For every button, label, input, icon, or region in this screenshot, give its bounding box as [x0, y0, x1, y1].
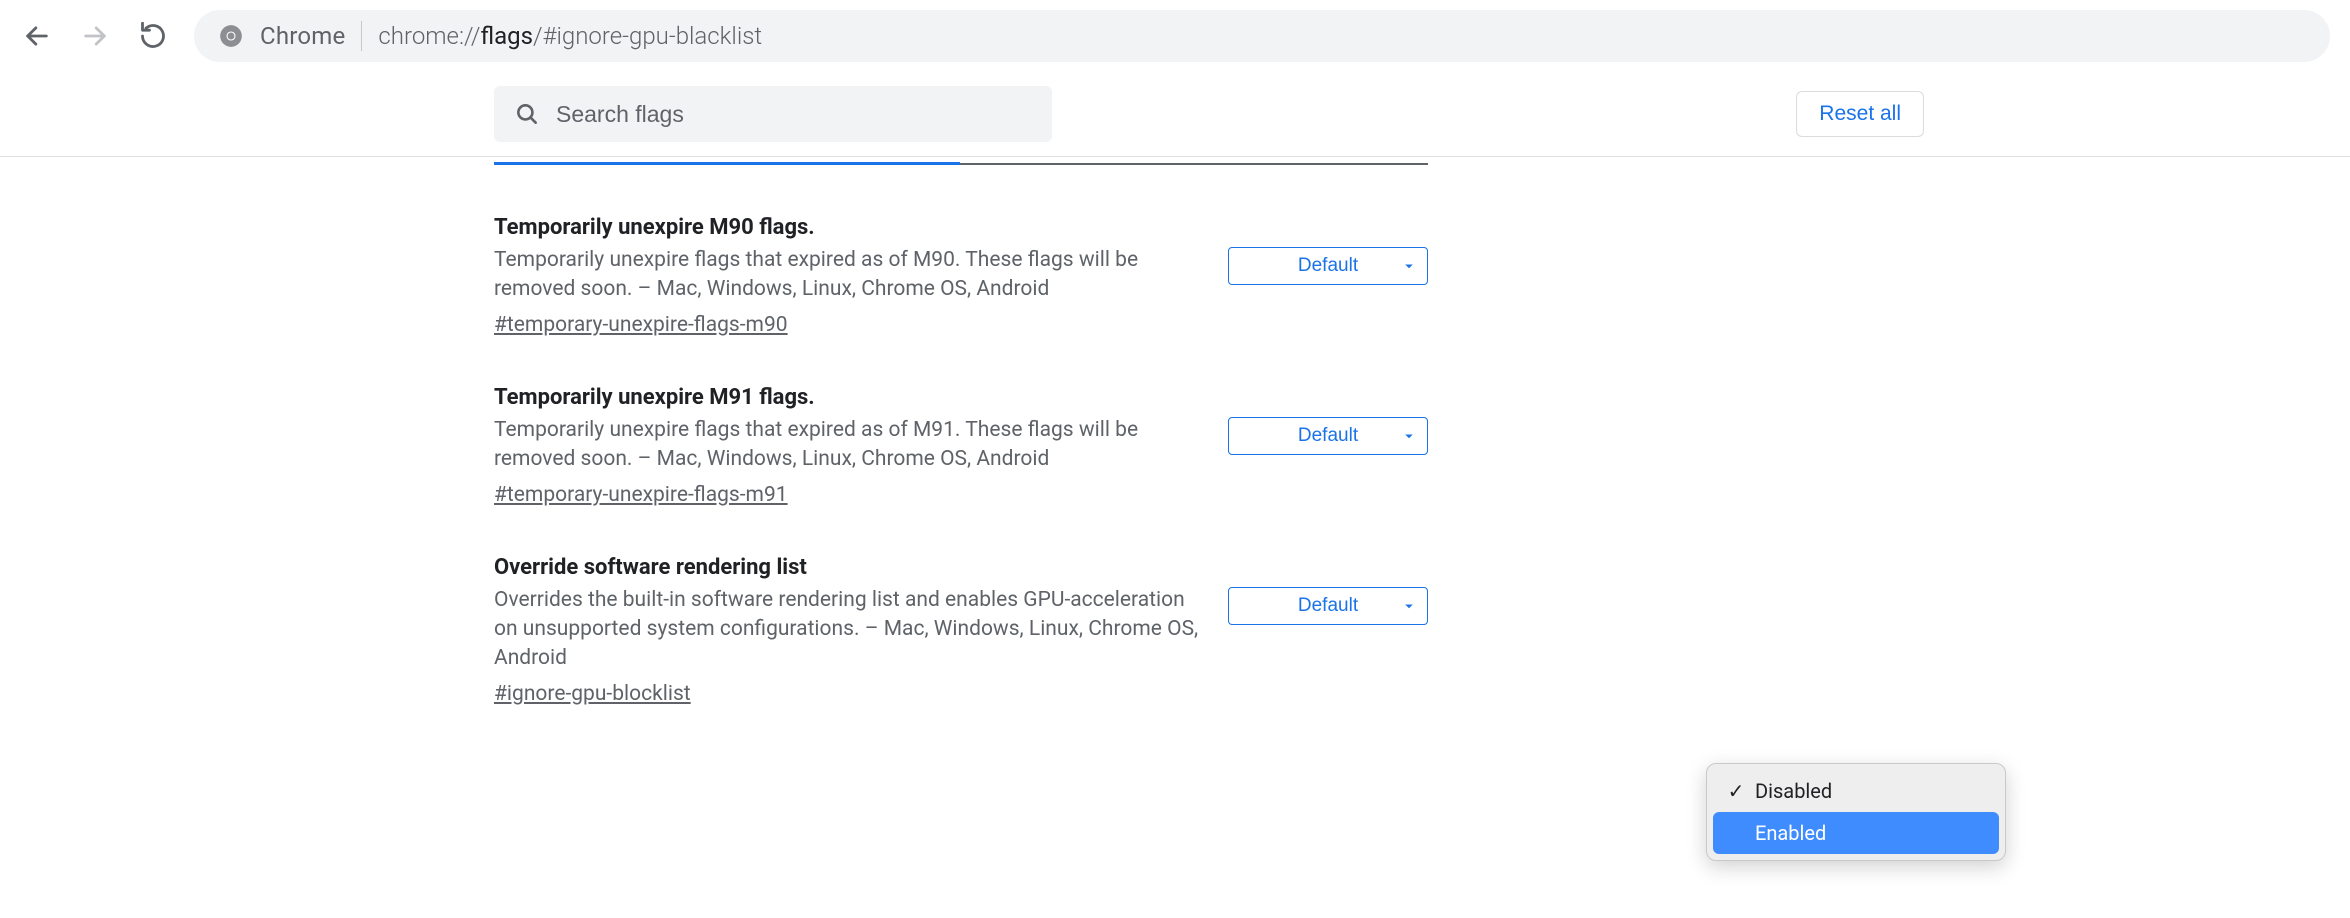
flag-anchor-link[interactable]: #temporary-unexpire-flags-m90: [494, 313, 788, 337]
dropdown-option-disabled[interactable]: ✓ Disabled: [1713, 770, 1999, 812]
flag-row: Temporarily unexpire M90 flags. Temporar…: [494, 215, 1428, 337]
flag-text-block: Temporarily unexpire M90 flags. Temporar…: [494, 215, 1200, 337]
reload-button[interactable]: [136, 19, 170, 53]
search-box[interactable]: [494, 86, 1052, 142]
flag-text-block: Override software rendering list Overrid…: [494, 555, 1200, 706]
flag-title: Temporarily unexpire M90 flags.: [494, 215, 1200, 240]
search-input[interactable]: [556, 101, 1032, 128]
search-icon: [514, 101, 540, 127]
flag-anchor-link[interactable]: #ignore-gpu-blocklist: [494, 682, 691, 706]
address-bar[interactable]: Chrome chrome://flags/#ignore-gpu-blackl…: [194, 10, 2330, 62]
omnibox-url: chrome://flags/#ignore-gpu-blacklist: [378, 22, 762, 50]
omnibox-separator: [361, 21, 362, 51]
chrome-logo-icon: [218, 23, 244, 49]
browser-toolbar: Chrome chrome://flags/#ignore-gpu-blackl…: [0, 0, 2350, 72]
omnibox-url-path: /#ignore-gpu-blacklist: [533, 22, 762, 50]
tab-available-underline[interactable]: [494, 157, 960, 165]
flag-row: Temporarily unexpire M91 flags. Temporar…: [494, 385, 1428, 507]
flag-description: Temporarily unexpire flags that expired …: [494, 246, 1200, 305]
flags-header-inner: Reset all: [494, 86, 1924, 142]
flags-list: Temporarily unexpire M90 flags. Temporar…: [494, 165, 1428, 706]
back-button[interactable]: [20, 19, 54, 53]
dropdown-popup: ✓ Disabled Enabled: [1706, 763, 2006, 861]
dropdown-option-label: Disabled: [1755, 779, 1987, 803]
forward-button[interactable]: [78, 19, 112, 53]
flags-header: Reset all: [0, 72, 2350, 157]
flag-select-wrapper: Default: [1228, 417, 1428, 455]
flag-dropdown[interactable]: Default: [1228, 247, 1428, 285]
flag-dropdown[interactable]: Default: [1228, 417, 1428, 455]
dropdown-option-enabled[interactable]: Enabled: [1713, 812, 1999, 854]
omnibox-url-prefix: chrome://: [378, 22, 480, 50]
flag-description: Temporarily unexpire flags that expired …: [494, 416, 1200, 475]
flag-dropdown[interactable]: Default: [1228, 587, 1428, 625]
reset-all-button[interactable]: Reset all: [1796, 91, 1924, 137]
flag-row: Override software rendering list Overrid…: [494, 555, 1428, 706]
flag-select-wrapper: Default: [1228, 247, 1428, 285]
omnibox-origin-label: Chrome: [260, 22, 345, 50]
dropdown-option-label: Enabled: [1755, 821, 1987, 845]
tab-strip: [494, 157, 1428, 165]
omnibox-url-host: flags: [480, 22, 533, 50]
flag-select-wrapper: Default: [1228, 587, 1428, 625]
flag-description: Overrides the built-in software renderin…: [494, 586, 1200, 674]
flag-title: Override software rendering list: [494, 555, 1200, 580]
flag-anchor-link[interactable]: #temporary-unexpire-flags-m91: [494, 483, 788, 507]
flag-title: Temporarily unexpire M91 flags.: [494, 385, 1200, 410]
flag-text-block: Temporarily unexpire M91 flags. Temporar…: [494, 385, 1200, 507]
tab-unavailable-underline[interactable]: [960, 157, 1428, 165]
check-icon: ✓: [1723, 779, 1749, 803]
